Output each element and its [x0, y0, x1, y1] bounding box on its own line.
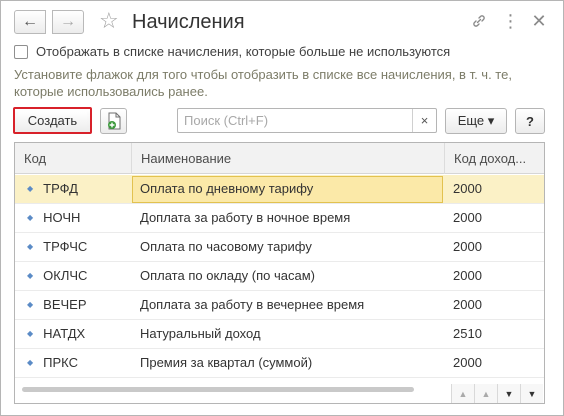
show-unused-checkbox[interactable]: [14, 44, 28, 59]
row-code: ОКЛЧС: [43, 268, 88, 283]
row-code-cell: ◆ ТРФД: [23, 175, 131, 203]
copy-document-icon: [107, 112, 120, 130]
row-marker-icon: ◆: [27, 242, 34, 251]
create-button[interactable]: Создать: [13, 107, 92, 134]
table-row[interactable]: ◆ НОЧН Доплата за работу в ночное время 2…: [15, 204, 544, 233]
search-input[interactable]: [178, 109, 412, 132]
row-name: Премия за квартал (суммой): [140, 355, 313, 370]
table-row[interactable]: ◆ ВЕЧЕР Доплата за работу в вечернее врем…: [15, 291, 544, 320]
row-income-code: 2510: [453, 326, 482, 341]
column-header-code[interactable]: Код: [15, 143, 132, 174]
row-income-code: 2000: [453, 210, 482, 225]
scroll-down-icon[interactable]: ▼: [497, 384, 520, 403]
row-code: ВЕЧЕР: [43, 297, 87, 312]
clear-icon: ×: [420, 113, 429, 128]
row-income-code: 2000: [453, 268, 482, 283]
row-name: Доплата за работу в ночное время: [140, 210, 351, 225]
title-bar: ← → ☆ Начисления ⋮ ✕: [1, 1, 563, 41]
search-box[interactable]: ×: [177, 108, 437, 133]
row-marker-icon: ◆: [27, 213, 34, 222]
table-row[interactable]: ◆ ПРКС Премия за квартал (суммой) 2000: [15, 349, 544, 378]
more-vertical-icon[interactable]: ⋮: [500, 11, 520, 31]
row-marker-icon: ◆: [27, 300, 34, 309]
row-code: НОЧН: [43, 210, 81, 225]
row-income-code: 2000: [453, 239, 482, 254]
window-title: Начисления: [132, 11, 245, 33]
forward-arrow-icon: →: [60, 13, 76, 30]
forward-button[interactable]: →: [52, 10, 84, 34]
row-code: ТРФЧС: [43, 239, 88, 254]
copy-button[interactable]: [100, 108, 127, 134]
row-code: НАТДХ: [43, 326, 86, 341]
table-navigation: ▲ ▲ ▼ ▼: [451, 384, 543, 403]
search-clear-button[interactable]: ×: [412, 109, 436, 132]
accruals-table: Код Наименование Код доход... ◆ ТРФД Опла…: [14, 142, 545, 404]
row-code-cell: ◆ ОКЛЧС: [23, 262, 131, 290]
scroll-up-icon[interactable]: ▲: [474, 384, 497, 403]
row-name: Оплата по дневному тарифу: [140, 181, 314, 196]
column-header-income-code[interactable]: Код доход...: [445, 143, 544, 174]
show-unused-filter[interactable]: Отображать в списке начисления, которые …: [14, 44, 450, 59]
row-name: Оплата по окладу (по часам): [140, 268, 315, 283]
favorite-star-icon[interactable]: ☆: [99, 8, 119, 34]
row-code-cell: ◆ НАТДХ: [23, 320, 131, 348]
row-income-code: 2000: [453, 297, 482, 312]
more-actions-button[interactable]: Еще ▾: [445, 108, 507, 134]
table-row[interactable]: ◆ ОКЛЧС Оплата по окладу (по часам) 2000: [15, 262, 544, 291]
row-marker-icon: ◆: [27, 329, 34, 338]
row-code-cell: ◆ ВЕЧЕР: [23, 291, 131, 319]
row-code: ПРКС: [43, 355, 78, 370]
row-code: ТРФД: [43, 181, 78, 196]
table-row[interactable]: ◆ ТРФД Оплата по дневному тарифу 2000: [15, 175, 544, 204]
row-name: Доплата за работу в вечернее время: [140, 297, 365, 312]
row-marker-icon: ◆: [27, 184, 34, 193]
scroll-to-top-icon[interactable]: ▲: [451, 384, 474, 403]
more-actions-label: Еще ▾: [457, 113, 495, 128]
horizontal-scrollbar[interactable]: [22, 387, 414, 392]
row-code-cell: ◆ НОЧН: [23, 204, 131, 232]
row-code-cell: ◆ ТРФЧС: [23, 233, 131, 261]
create-button-label: Создать: [18, 111, 87, 130]
row-name: Натуральный доход: [140, 326, 261, 341]
close-icon[interactable]: ✕: [529, 11, 549, 31]
help-label: ?: [526, 113, 534, 129]
row-marker-icon: ◆: [27, 358, 34, 367]
row-income-code: 2000: [453, 181, 482, 196]
scroll-to-bottom-icon[interactable]: ▼: [520, 384, 543, 403]
row-income-code: 2000: [453, 355, 482, 370]
accruals-window: ← → ☆ Начисления ⋮ ✕ Отображать в списке…: [0, 0, 564, 416]
back-arrow-icon: ←: [22, 13, 38, 30]
filter-hint: Установите флажок для того чтобы отобраз…: [14, 67, 512, 99]
help-button[interactable]: ?: [515, 108, 545, 134]
row-marker-icon: ◆: [27, 271, 34, 280]
table-header: Код Наименование Код доход...: [15, 143, 544, 174]
show-unused-label: Отображать в списке начисления, которые …: [36, 44, 451, 59]
back-button[interactable]: ←: [14, 10, 46, 34]
table-row[interactable]: ◆ НАТДХ Натуральный доход 2510: [15, 320, 544, 349]
row-name: Оплата по часовому тарифу: [140, 239, 312, 254]
link-icon[interactable]: [469, 11, 489, 31]
table-row[interactable]: ◆ ТРФЧС Оплата по часовому тарифу 2000: [15, 233, 544, 262]
column-header-name[interactable]: Наименование: [132, 143, 445, 174]
row-code-cell: ◆ ПРКС: [23, 349, 131, 377]
